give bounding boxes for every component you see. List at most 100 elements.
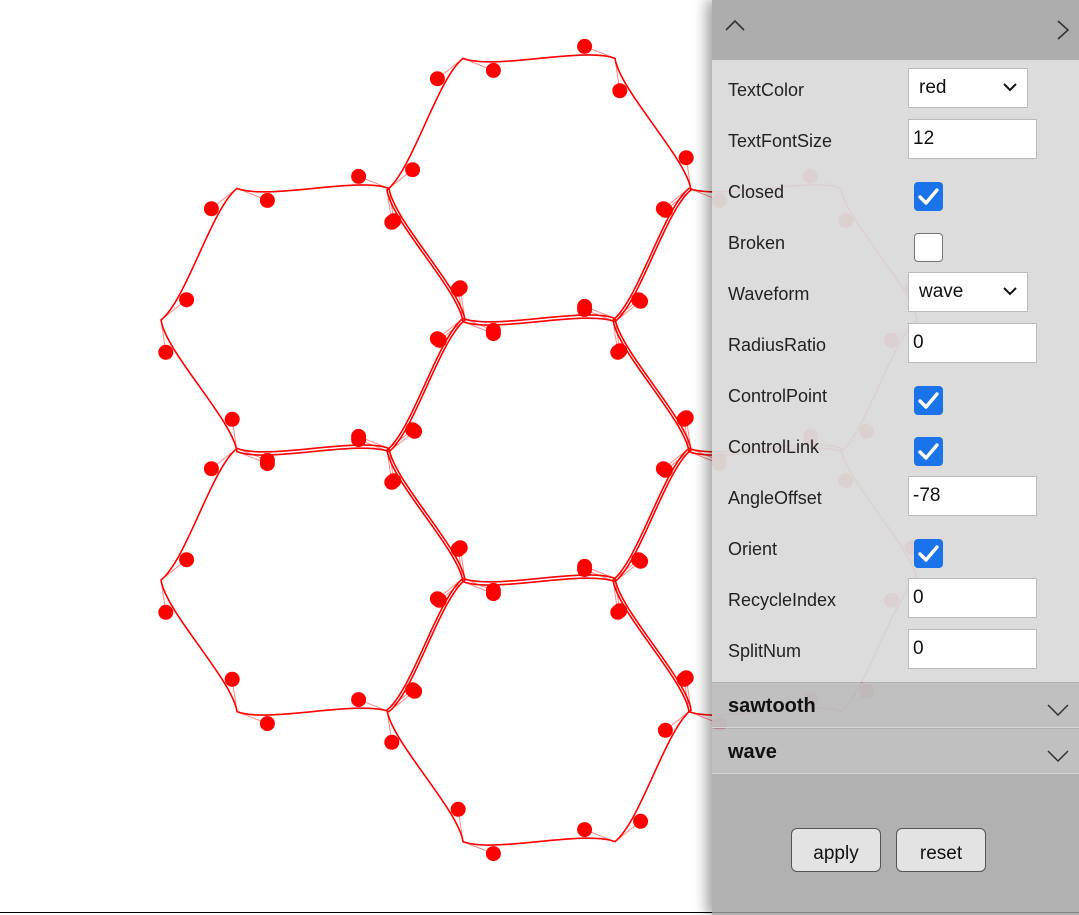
radius-ratio-input[interactable]: 0	[908, 323, 1037, 363]
control-point	[351, 692, 367, 708]
control-point	[259, 452, 275, 468]
control-point	[351, 428, 367, 444]
chevron-down-icon	[1003, 83, 1017, 92]
angle-offset-input[interactable]: -78	[908, 476, 1037, 516]
section-sawtooth[interactable]: sawtooth	[712, 683, 1079, 728]
checkmark-icon	[918, 443, 939, 460]
control-point	[631, 292, 647, 308]
control-point	[203, 461, 219, 477]
chevron-down-icon	[1047, 750, 1069, 762]
properties-list: TextColor red TextFontSize 12 Closed Broken Wa…	[712, 60, 1079, 682]
property-row-control-link: ControlLink	[712, 417, 1079, 468]
checkmark-icon	[918, 392, 939, 409]
control-point	[179, 552, 195, 568]
broken-checkbox[interactable]	[914, 233, 943, 262]
closed-checkbox[interactable]	[914, 182, 943, 211]
control-point	[452, 540, 468, 556]
property-row-text-color: TextColor red	[712, 60, 1079, 111]
panel-header	[712, 0, 1079, 60]
control-point	[429, 71, 445, 87]
control-point	[179, 292, 195, 308]
hexagon-curve	[386, 54, 692, 326]
property-label: ControlPoint	[728, 386, 828, 406]
control-point	[577, 822, 593, 838]
control-point	[158, 604, 174, 620]
property-row-orient: Orient	[712, 519, 1079, 570]
control-point	[450, 281, 466, 297]
property-row-control-point: ControlPoint	[712, 366, 1079, 417]
control-point	[259, 192, 275, 208]
control-point	[655, 201, 671, 217]
checkmark-icon	[918, 188, 939, 205]
waveform-select[interactable]: wave	[908, 272, 1028, 312]
hexagon-curve	[386, 314, 692, 586]
chevron-down-icon	[1003, 287, 1017, 296]
property-row-text-font-size: TextFontSize 12	[712, 111, 1079, 162]
property-label: SplitNum	[728, 641, 802, 661]
checkmark-icon	[918, 545, 939, 562]
control-point	[158, 344, 174, 360]
control-point	[259, 716, 275, 732]
control-point	[631, 552, 647, 568]
control-point	[224, 411, 240, 427]
reset-button[interactable]: reset	[896, 828, 986, 872]
control-point	[450, 801, 466, 817]
control-point	[577, 38, 593, 54]
control-point	[405, 162, 421, 178]
property-label: RadiusRatio	[728, 335, 827, 355]
control-link-checkbox[interactable]	[914, 437, 943, 466]
property-row-recycle-index: RecycleIndex 0	[712, 570, 1079, 621]
property-label: Broken	[728, 233, 786, 253]
property-row-waveform: Waveform wave	[712, 264, 1079, 315]
control-point	[633, 813, 649, 829]
control-point	[655, 461, 671, 477]
text-font-size-input[interactable]: 12	[908, 119, 1037, 159]
control-point	[657, 722, 673, 738]
control-point	[485, 846, 501, 862]
split-num-input[interactable]: 0	[908, 629, 1037, 669]
control-point	[678, 150, 694, 166]
control-point	[485, 322, 501, 338]
chevron-right-icon[interactable]	[1052, 18, 1072, 42]
control-point	[405, 422, 421, 438]
properties-panel: TextColor red TextFontSize 12 Closed Broken Wa…	[712, 0, 1079, 915]
property-label: AngleOffset	[728, 488, 822, 508]
control-point	[676, 411, 692, 427]
property-row-closed: Closed	[712, 162, 1079, 213]
control-point	[485, 62, 501, 78]
control-point	[405, 682, 421, 698]
chevron-down-icon	[1047, 704, 1069, 716]
section-title: wave	[728, 741, 777, 763]
control-point	[577, 298, 593, 314]
control-point	[676, 671, 692, 687]
property-row-angle-offset: AngleOffset -78	[712, 468, 1079, 519]
control-point	[203, 201, 219, 217]
hexagon-curve	[160, 184, 466, 456]
property-label: RecycleIndex	[728, 590, 837, 610]
select-value: red	[919, 77, 947, 98]
orient-checkbox[interactable]	[914, 539, 943, 568]
property-label: TextColor	[728, 80, 805, 100]
control-point	[429, 591, 445, 607]
section-title: sawtooth	[728, 695, 816, 717]
control-point	[429, 331, 445, 347]
property-label: Closed	[728, 182, 785, 202]
property-row-split-num: SplitNum 0	[712, 621, 1079, 672]
control-point	[351, 168, 367, 184]
control-point	[386, 473, 402, 489]
chevron-up-icon[interactable]	[724, 14, 746, 36]
property-label: TextFontSize	[728, 131, 833, 151]
apply-button[interactable]: apply	[791, 828, 881, 872]
property-row-broken: Broken	[712, 213, 1079, 264]
property-label: Orient	[728, 539, 778, 559]
section-wave[interactable]: wave	[712, 729, 1079, 774]
hexagon-curve	[386, 574, 692, 846]
recycle-index-input[interactable]: 0	[908, 578, 1037, 618]
control-point	[610, 344, 626, 360]
text-color-select[interactable]: red	[908, 68, 1028, 108]
control-point	[485, 582, 501, 598]
hexagon-curve	[160, 444, 466, 716]
control-point	[224, 671, 240, 687]
control-point-checkbox[interactable]	[914, 386, 943, 415]
control-point	[610, 604, 626, 620]
